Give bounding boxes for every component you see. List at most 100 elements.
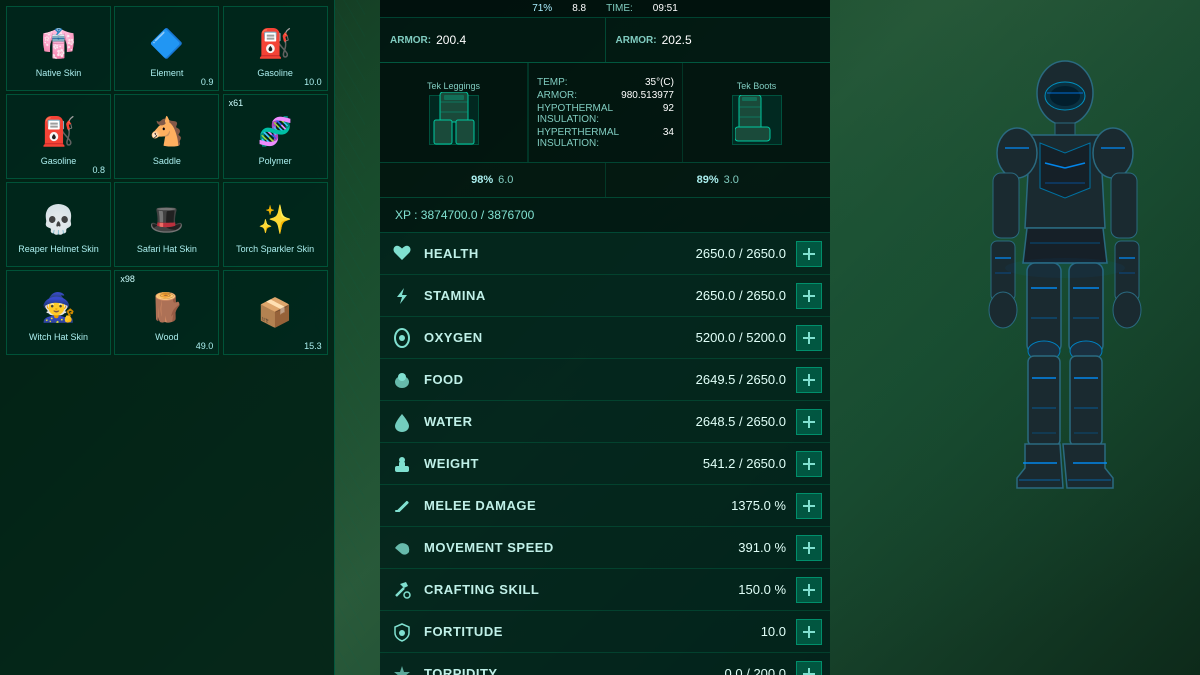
stat-row-food[interactable]: FOOD2649.5 / 2650.0 bbox=[380, 359, 830, 401]
item-icon-3: ⛽ bbox=[34, 106, 84, 156]
stat-value-food: 2649.5 / 2650.0 bbox=[676, 372, 796, 387]
temp-label: TEMP: bbox=[537, 77, 568, 88]
equip-slot-boots[interactable]: Tek Boots bbox=[683, 63, 830, 162]
armor-bar: ARMOR: 200.4 ARMOR: 202.5 bbox=[380, 18, 830, 63]
stats-wrapper: ARMOR: 200.4 ARMOR: 202.5 Tek Leggings bbox=[380, 18, 830, 675]
stat-plus-stamina[interactable] bbox=[796, 283, 822, 309]
armor-left-label: ARMOR: bbox=[390, 35, 431, 46]
character-svg bbox=[975, 48, 1155, 628]
armor-slot-2[interactable]: 89% 3.0 bbox=[606, 163, 831, 197]
stat-plus-food[interactable] bbox=[796, 367, 822, 393]
item-name-7: Safari Hat Skin bbox=[135, 244, 199, 255]
stat-icon-oxygen bbox=[388, 324, 416, 352]
stat-row-weight[interactable]: WEIGHT541.2 / 2650.0 bbox=[380, 443, 830, 485]
stat-icon-crafting bbox=[388, 576, 416, 604]
time-label: TIME: bbox=[606, 3, 633, 14]
hypothermal-value: 92 bbox=[663, 103, 674, 125]
inventory-slot-7[interactable]: 🎩Safari Hat Skin bbox=[114, 182, 219, 267]
inventory-slot-9[interactable]: 🧙Witch Hat Skin bbox=[6, 270, 111, 355]
armor-slot-2-dur: 3.0 bbox=[724, 174, 739, 186]
item-name-2: Gasoline bbox=[255, 68, 295, 79]
inventory-slot-2[interactable]: ⛽Gasoline 10.0 bbox=[223, 6, 328, 91]
xp-bar-container: XP : 3874700.0 / 3876700 bbox=[380, 198, 830, 233]
item-weight-2: 10.0 bbox=[304, 77, 322, 87]
inventory-slot-5[interactable]: x61🧬Polymer bbox=[223, 94, 328, 179]
item-icon-6: 💀 bbox=[34, 194, 84, 244]
equip-leggings-icon bbox=[429, 95, 479, 145]
stat-row-stamina[interactable]: STAMINA2650.0 / 2650.0 bbox=[380, 275, 830, 317]
xp-label: XP : 3874700.0 / 3876700 bbox=[395, 208, 534, 222]
stat-plus-weight[interactable] bbox=[796, 451, 822, 477]
item-icon-1: 🔷 bbox=[142, 18, 192, 68]
stat-plus-crafting[interactable] bbox=[796, 577, 822, 603]
hp-percent: 71% bbox=[532, 3, 552, 14]
armor-slot-1-dur: 6.0 bbox=[498, 174, 513, 186]
stat-icon-health bbox=[388, 240, 416, 268]
stat-plus-water[interactable] bbox=[796, 409, 822, 435]
armor-right-value: 202.5 bbox=[662, 33, 692, 47]
stat-plus-health[interactable] bbox=[796, 241, 822, 267]
character-panel bbox=[930, 0, 1200, 675]
stat-row-crafting[interactable]: CRAFTING SKILL150.0 % bbox=[380, 569, 830, 611]
item-name-8: Torch Sparkler Skin bbox=[234, 244, 316, 255]
inventory-slot-0[interactable]: 👘Native Skin bbox=[6, 6, 111, 91]
stat-name-health: HEALTH bbox=[416, 246, 676, 261]
stat-row-fortitude[interactable]: FORTITUDE10.0 bbox=[380, 611, 830, 653]
stat-row-torpidity[interactable]: TORPIDITY0.0 / 200.0 bbox=[380, 653, 830, 675]
stat-plus-movement[interactable] bbox=[796, 535, 822, 561]
inventory-slot-10[interactable]: x98🪵Wood49.0 bbox=[114, 270, 219, 355]
inventory-slot-3[interactable]: ⛽Gasoline0.8 bbox=[6, 94, 111, 179]
stat-row-movement[interactable]: MOVEMENT SPEED391.0 % bbox=[380, 527, 830, 569]
item-name-3: Gasoline bbox=[39, 156, 79, 167]
stat-icon-fortitude bbox=[388, 618, 416, 646]
armor-info-label: ARMOR: bbox=[537, 90, 577, 101]
inventory-grid: 👘Native Skin🔷Element0.9⛽Gasoline10.0⛽Gas… bbox=[4, 4, 330, 357]
stat-value-weight: 541.2 / 2650.0 bbox=[676, 456, 796, 471]
inventory-slot-6[interactable]: 💀Reaper Helmet Skin bbox=[6, 182, 111, 267]
stat-value-movement: 391.0 % bbox=[676, 540, 796, 555]
stat-row-melee[interactable]: MELEE DAMAGE1375.0 % bbox=[380, 485, 830, 527]
stat-icon-weight bbox=[388, 450, 416, 478]
inventory-panel: 👘Native Skin🔷Element0.9⛽Gasoline10.0⛽Gas… bbox=[0, 0, 335, 675]
armor-right: ARMOR: 202.5 bbox=[606, 18, 831, 62]
armor-slots-row: 98% 6.0 89% 3.0 bbox=[380, 163, 830, 198]
stat-value-fortitude: 10.0 bbox=[676, 624, 796, 639]
inventory-slot-8[interactable]: ✨Torch Sparkler Skin bbox=[223, 182, 328, 267]
item-icon-10: 🪵 bbox=[142, 282, 192, 332]
stat-icon-melee bbox=[388, 492, 416, 520]
temp-value: 35°(C) bbox=[645, 77, 674, 88]
info-section: TEMP: 35°(C) ARMOR: 980.513977 HYPOTHERM… bbox=[528, 63, 683, 162]
inventory-slot-1[interactable]: 🔷Element0.9 bbox=[114, 6, 219, 91]
armor-right-label: ARMOR: bbox=[616, 35, 657, 46]
inventory-slot-11[interactable]: 📦15.3 bbox=[223, 270, 328, 355]
stat-row-health[interactable]: HEALTH2650.0 / 2650.0 bbox=[380, 233, 830, 275]
stat-value-melee: 1375.0 % bbox=[676, 498, 796, 513]
item-name-4: Saddle bbox=[151, 156, 183, 167]
item-icon-2: ⛽ bbox=[250, 18, 300, 68]
stat-row-water[interactable]: WATER2648.5 / 2650.0 bbox=[380, 401, 830, 443]
armor-info-value: 980.513977 bbox=[621, 90, 674, 101]
equip-slot-leggings[interactable]: Tek Leggings bbox=[380, 63, 528, 162]
item-icon-4: 🐴 bbox=[142, 106, 192, 156]
hp-value: 8.8 bbox=[572, 3, 586, 14]
stat-name-stamina: STAMINA bbox=[416, 288, 676, 303]
stat-name-movement: MOVEMENT SPEED bbox=[416, 540, 676, 555]
inventory-slot-4[interactable]: 🐴Saddle bbox=[114, 94, 219, 179]
time-bar: 71% 8.8 TIME: 09:51 bbox=[380, 0, 830, 18]
info-hyper-row: HYPERTHERMAL INSULATION: 34 bbox=[537, 126, 674, 150]
item-weight-1: 0.9 bbox=[201, 77, 214, 87]
stat-plus-oxygen[interactable] bbox=[796, 325, 822, 351]
stat-plus-torpidity[interactable] bbox=[796, 661, 822, 675]
hypothermal-label: HYPOTHERMAL INSULATION: bbox=[537, 103, 663, 125]
stat-row-oxygen[interactable]: OXYGEN5200.0 / 5200.0 bbox=[380, 317, 830, 359]
stat-name-weight: WEIGHT bbox=[416, 456, 676, 471]
stat-plus-melee[interactable] bbox=[796, 493, 822, 519]
stat-plus-fortitude[interactable] bbox=[796, 619, 822, 645]
armor-slot-1[interactable]: 98% 6.0 bbox=[380, 163, 606, 197]
item-icon-11: 📦 bbox=[250, 288, 300, 338]
item-name-5: Polymer bbox=[257, 156, 294, 167]
item-count-10: x98 bbox=[120, 274, 135, 284]
stats-list: HEALTH2650.0 / 2650.0STAMINA2650.0 / 265… bbox=[380, 233, 830, 675]
stat-value-health: 2650.0 / 2650.0 bbox=[676, 246, 796, 261]
item-name-10: Wood bbox=[153, 332, 180, 343]
